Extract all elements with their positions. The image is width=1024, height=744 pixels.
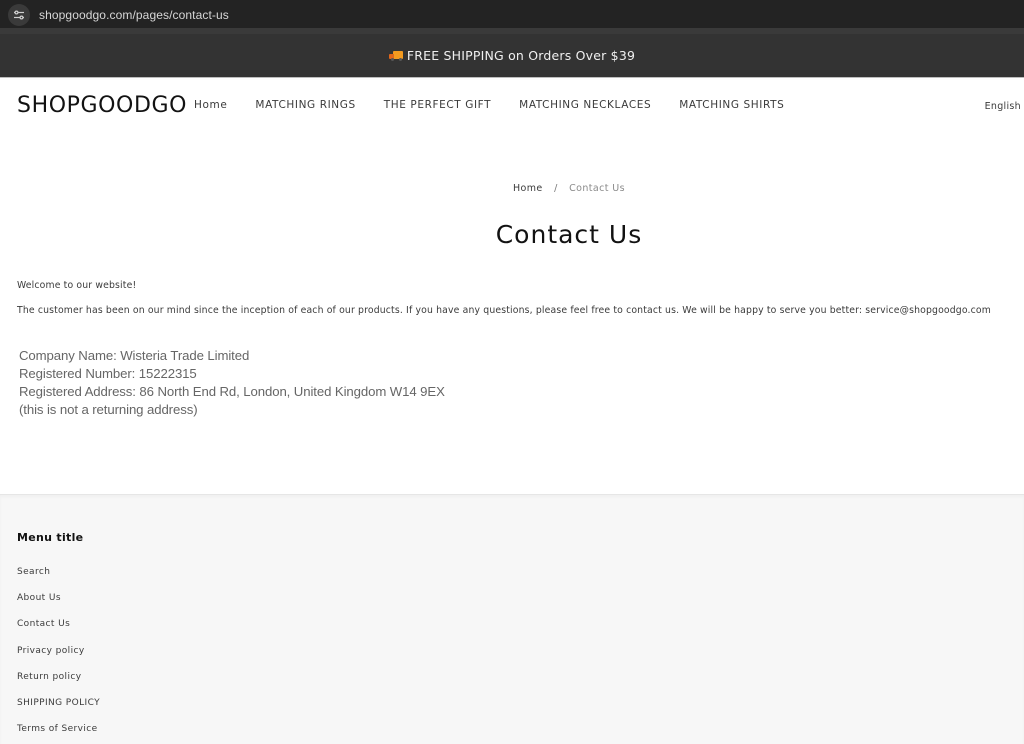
- announcement: FREE SHIPPING on Orders Over $39: [388, 48, 636, 63]
- footer-menu-title: Menu title: [17, 531, 84, 544]
- nav-matching-rings[interactable]: MATCHING RINGS: [255, 99, 355, 111]
- footer-link-search[interactable]: Search: [17, 567, 50, 577]
- nav-matching-necklaces[interactable]: MATCHING NECKLACES: [519, 99, 651, 111]
- breadcrumb: Home / Contact Us: [0, 183, 1024, 194]
- breadcrumb-separator: /: [554, 183, 558, 194]
- welcome-text: Welcome to our website!: [17, 280, 137, 291]
- footer-link-contact-us[interactable]: Contact Us: [17, 619, 70, 629]
- language-selector[interactable]: English: [985, 101, 1021, 112]
- address-note: (this is not a returning address): [19, 402, 198, 417]
- delivery-truck-icon: [388, 50, 403, 61]
- nav-home[interactable]: Home: [194, 99, 227, 111]
- site-header: SHOPGOODGO Home MATCHING RINGS THE PERFE…: [0, 79, 1024, 133]
- url-text[interactable]: shopgoodgo.com/pages/contact-us: [39, 8, 229, 22]
- site-footer: Menu title Search About Us Contact Us Pr…: [0, 494, 1024, 744]
- breadcrumb-home[interactable]: Home: [513, 183, 543, 194]
- page-title: Contact Us: [495, 220, 643, 249]
- nav-the-perfect-gift[interactable]: THE PERFECT GIFT: [384, 99, 491, 111]
- breadcrumb-current: Contact Us: [569, 183, 625, 194]
- company-info: Company Name: Wisteria Trade Limited Reg…: [19, 347, 445, 419]
- site-logo[interactable]: SHOPGOODGO: [17, 93, 187, 118]
- company-name: Company Name: Wisteria Trade Limited: [19, 348, 250, 363]
- registered-address: Registered Address: 86 North End Rd, Lon…: [19, 384, 445, 399]
- registered-number: Registered Number: 15222315: [19, 366, 197, 381]
- announcement-bar: FREE SHIPPING on Orders Over $39: [0, 34, 1024, 78]
- footer-link-about-us[interactable]: About Us: [17, 593, 61, 603]
- address-bar[interactable]: shopgoodgo.com/pages/contact-us: [8, 4, 229, 26]
- footer-menu: Search About Us Contact Us Privacy polic…: [17, 559, 100, 742]
- announcement-text: FREE SHIPPING on Orders Over $39: [406, 48, 636, 63]
- site-settings-icon[interactable]: [8, 4, 30, 26]
- footer-link-terms-of-service[interactable]: Terms of Service: [17, 724, 98, 734]
- footer-link-shipping-policy[interactable]: SHIPPING POLICY: [17, 698, 100, 708]
- main-nav: Home MATCHING RINGS THE PERFECT GIFT MAT…: [194, 99, 812, 111]
- footer-link-privacy-policy[interactable]: Privacy policy: [17, 646, 85, 656]
- footer-link-return-policy[interactable]: Return policy: [17, 672, 81, 682]
- intro-text: The customer has been on our mind since …: [17, 305, 991, 316]
- nav-matching-shirts[interactable]: MATCHING SHIRTS: [679, 99, 784, 111]
- browser-toolbar: shopgoodgo.com/pages/contact-us: [0, 0, 1024, 34]
